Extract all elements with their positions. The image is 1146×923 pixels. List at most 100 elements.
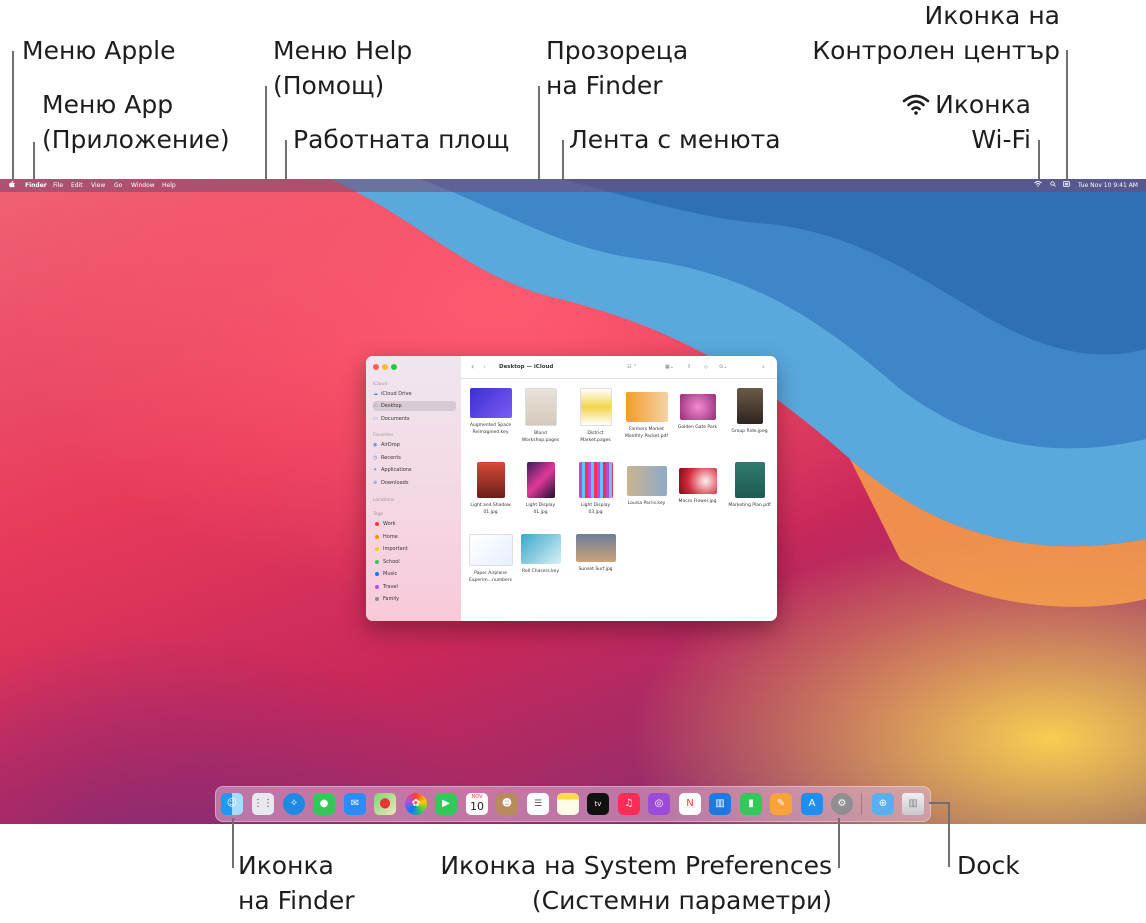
menu-clock[interactable]: Tue Nov 10 9:41 AM	[1078, 179, 1138, 192]
safari-icon[interactable]: ✧	[283, 793, 305, 815]
keynote-icon[interactable]: ▥	[709, 793, 731, 815]
menu-edit[interactable]: Edit	[71, 179, 83, 192]
sidebar-header-icloud: iCloud	[373, 382, 388, 387]
menu-go[interactable]: Go	[114, 179, 122, 192]
sidebar-tag-school[interactable]: School	[373, 557, 456, 567]
sidebar-tag-important[interactable]: Important	[373, 544, 456, 554]
forward-icon[interactable]: ›	[483, 356, 486, 378]
file-thumbnail	[625, 392, 668, 422]
action-menu-icon[interactable]: ⊙⌄	[719, 356, 727, 378]
leader-control-center	[1066, 50, 1068, 184]
sidebar-tag-work[interactable]: Work	[373, 519, 456, 529]
notes-icon[interactable]	[557, 793, 579, 815]
sidebar-item-applications[interactable]: ✦ Applications	[373, 465, 456, 475]
system-preferences-icon[interactable]: ⚙	[831, 793, 853, 815]
file-item[interactable]: District Market.pages	[568, 388, 623, 444]
app-store-icon[interactable]: A	[801, 793, 823, 815]
spotlight-icon[interactable]	[1050, 179, 1056, 192]
sidebar-tag-home[interactable]: Home	[373, 532, 456, 542]
finder-window[interactable]: iCloud ☁ iCloud Drive ▭ Desktop ▭ Documents…	[366, 356, 777, 621]
callout-finder-icon: Иконка на Finder	[238, 851, 355, 915]
sidebar-tag-family[interactable]: Family	[373, 594, 456, 604]
sidebar-item-recents[interactable]: ◷ Recents	[373, 453, 456, 463]
trash-icon[interactable]: ▥	[902, 793, 924, 815]
file-thumbnail	[575, 534, 616, 562]
menu-finder[interactable]: Finder	[25, 179, 47, 192]
sidebar-header-tags: Tags	[373, 512, 383, 517]
music-icon[interactable]: ♫	[618, 793, 640, 815]
callout-control-center: Иконка на Контролен център	[812, 1, 1060, 65]
menu-help[interactable]: Help	[162, 179, 176, 192]
file-thumbnail	[476, 462, 505, 498]
pages-icon[interactable]: ✎	[770, 793, 792, 815]
share-icon[interactable]: ⇪	[687, 356, 691, 378]
file-item[interactable]: Light Display 01.jpg	[513, 462, 568, 516]
sidebar-item-desktop[interactable]: ▭ Desktop	[373, 401, 456, 411]
downloads-stack-icon[interactable]: ⊕	[872, 793, 894, 815]
file-thumbnail	[524, 388, 557, 426]
launchpad-icon[interactable]: ⋮⋮	[252, 793, 274, 815]
news-icon[interactable]: N	[679, 793, 701, 815]
menu-view[interactable]: View	[91, 179, 105, 192]
sidebar-item-icloud-drive[interactable]: ☁ iCloud Drive	[373, 389, 456, 399]
file-item[interactable]: Louisa Parris.key	[619, 462, 674, 507]
file-item[interactable]: Augmented Space Reimagined.key	[463, 388, 518, 436]
file-thumbnail	[734, 462, 765, 498]
calendar-icon[interactable]: NOV 10	[466, 793, 488, 815]
apple-menu-icon[interactable]	[9, 179, 15, 192]
callout-desktop: Работната площ	[293, 125, 510, 154]
search-icon[interactable]: ⌕	[762, 356, 765, 378]
sidebar-tag-music[interactable]: Music	[373, 569, 456, 579]
callout-menu-bar: Лента с менюта	[569, 125, 781, 154]
sidebar-tag-travel[interactable]: Travel	[373, 582, 456, 592]
dock: ☺ ⋮⋮ ✧ ● ✉ ⬤ ✿ ▶ NOV 10 ☻ ☰ tv ♫ ◎ N ▥ ▮…	[215, 786, 931, 822]
contacts-icon[interactable]: ☻	[496, 793, 518, 815]
file-item[interactable]: Paper Airplane Experim…numbers	[463, 534, 518, 584]
menu-file[interactable]: File	[53, 179, 63, 192]
file-thumbnail	[578, 462, 613, 498]
photos-icon[interactable]: ✿	[405, 793, 427, 815]
file-item[interactable]: Light and Shadow 01.jpg	[463, 462, 518, 516]
mail-icon[interactable]: ✉	[344, 793, 366, 815]
view-options-icon[interactable]: ☷ ⌃	[627, 356, 637, 378]
file-thumbnail	[468, 534, 513, 566]
maps-icon[interactable]: ⬤	[374, 793, 396, 815]
file-item[interactable]: Farmers Market Monthly Packet.pdf	[619, 388, 674, 440]
podcasts-icon[interactable]: ◎	[648, 793, 670, 815]
clock-icon: ◷	[373, 455, 378, 461]
sidebar-item-downloads[interactable]: ⊕ Downloads	[373, 478, 456, 488]
window-title: Desktop — iCloud	[499, 364, 554, 370]
close-button[interactable]	[373, 364, 379, 370]
file-item[interactable]: Sunset Surf.jpg	[568, 534, 623, 573]
numbers-icon[interactable]: ▮	[740, 793, 762, 815]
finder-toolbar: ‹ › Desktop — iCloud ☷ ⌃ ▦⌄ ⇪ ◇ ⊙⌄ ⌕	[461, 356, 777, 379]
wifi-icon	[902, 94, 930, 115]
back-icon[interactable]: ‹	[471, 356, 474, 378]
desktop[interactable]: Finder File Edit View Go Window Help Tue…	[0, 179, 1146, 824]
file-item[interactable]: Golden Gate Park	[670, 388, 725, 431]
file-item[interactable]: Roll Chasers.key	[513, 534, 568, 575]
file-item[interactable]: Bland Workshop.pages	[513, 388, 568, 444]
menu-window[interactable]: Window	[131, 179, 155, 192]
group-icon[interactable]: ▦⌄	[665, 356, 674, 378]
wifi-status-icon[interactable]	[1034, 179, 1042, 192]
leader-finder-icon	[232, 818, 234, 868]
finder-app-icon[interactable]: ☺	[221, 793, 243, 815]
minimize-button[interactable]	[382, 364, 388, 370]
callout-app-menu: Меню App (Приложение)	[42, 90, 230, 154]
sidebar-item-airdrop[interactable]: ◉ AirDrop	[373, 440, 456, 450]
file-item[interactable]: Light Display 03.jpg	[568, 462, 623, 516]
callout-apple-menu: Меню Apple	[22, 36, 176, 65]
messages-icon[interactable]: ●	[313, 793, 335, 815]
control-center-icon[interactable]	[1063, 179, 1070, 192]
zoom-button[interactable]	[391, 364, 397, 370]
file-item[interactable]: Macro Flower.jpg	[670, 462, 725, 505]
file-thumbnail	[626, 466, 667, 496]
file-item[interactable]: Marketing Plan.pdf	[722, 462, 777, 509]
tag-icon[interactable]: ◇	[704, 356, 708, 378]
facetime-icon[interactable]: ▶	[435, 793, 457, 815]
reminders-icon[interactable]: ☰	[527, 793, 549, 815]
file-item[interactable]: Group Ride.jpeg	[722, 388, 777, 435]
apple-tv-icon[interactable]: tv	[587, 793, 609, 815]
sidebar-item-documents[interactable]: ▭ Documents	[373, 414, 456, 424]
